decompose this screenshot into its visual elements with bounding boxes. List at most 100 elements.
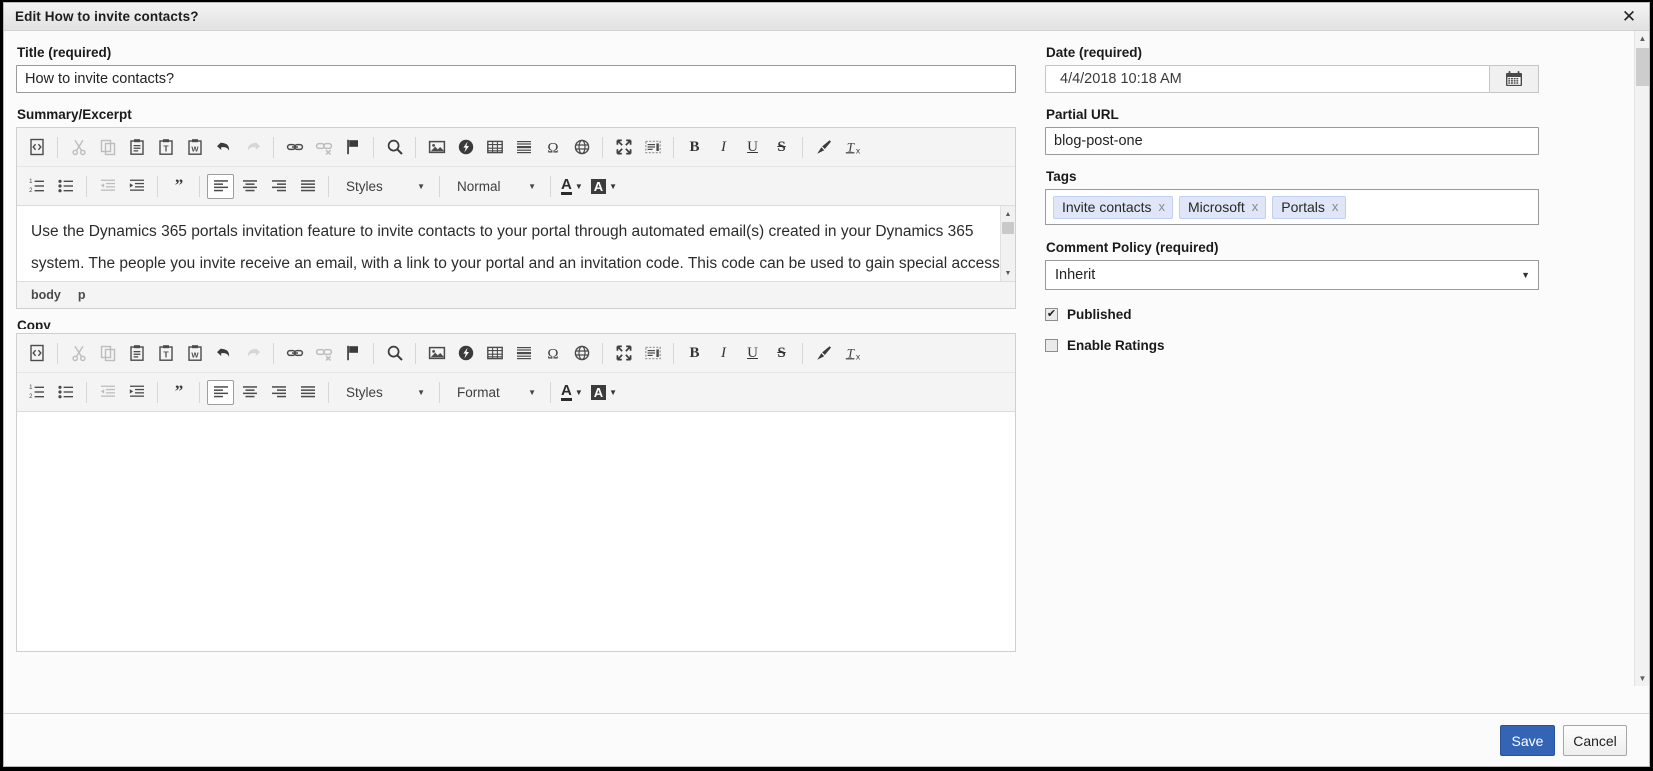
- special-character-icon[interactable]: Ω: [539, 341, 566, 366]
- underline-icon[interactable]: U: [739, 135, 766, 160]
- bulleted-list-icon[interactable]: [52, 174, 79, 199]
- element-path-p[interactable]: p: [78, 288, 86, 302]
- align-left-icon[interactable]: [207, 173, 234, 199]
- paste-as-text-icon[interactable]: T: [152, 341, 179, 366]
- align-center-icon[interactable]: [236, 380, 263, 405]
- increase-indent-icon[interactable]: [123, 380, 150, 405]
- italic-icon[interactable]: I: [710, 341, 737, 366]
- justify-icon[interactable]: [294, 174, 321, 199]
- bold-icon[interactable]: B: [681, 135, 708, 160]
- italic-icon[interactable]: I: [710, 135, 737, 160]
- show-blocks-icon[interactable]: [639, 135, 666, 160]
- date-input[interactable]: [1045, 65, 1490, 93]
- background-color-button[interactable]: A ▼: [588, 380, 620, 405]
- blockquote-icon[interactable]: ”: [165, 380, 192, 405]
- iframe-globe-icon[interactable]: [568, 135, 595, 160]
- numbered-list-icon[interactable]: 12: [23, 380, 50, 405]
- blockquote-icon[interactable]: ”: [165, 174, 192, 199]
- special-character-icon[interactable]: Ω: [539, 135, 566, 160]
- scroll-down-icon[interactable]: ▼: [1635, 671, 1649, 686]
- scrollbar-thumb[interactable]: [1002, 222, 1014, 234]
- horizontal-rule-icon[interactable]: [510, 135, 537, 160]
- align-center-icon[interactable]: [236, 174, 263, 199]
- modal-scrollbar[interactable]: ▲ ▼: [1634, 31, 1649, 686]
- background-color-button[interactable]: A ▼: [588, 174, 620, 199]
- align-right-icon[interactable]: [265, 380, 292, 405]
- horizontal-rule-icon[interactable]: [510, 341, 537, 366]
- scrollbar-thumb[interactable]: [1636, 48, 1649, 86]
- source-icon[interactable]: [23, 135, 50, 160]
- scroll-down-icon[interactable]: ▼: [1001, 266, 1015, 280]
- text-color-button[interactable]: A ▼: [558, 380, 586, 405]
- search-icon[interactable]: [381, 135, 408, 160]
- summary-editor-scrollbar[interactable]: ▲ ▼: [1000, 206, 1015, 281]
- flash-media-icon[interactable]: [452, 341, 479, 366]
- table-icon[interactable]: [481, 135, 508, 160]
- cancel-button[interactable]: Cancel: [1563, 725, 1627, 756]
- bold-icon[interactable]: B: [681, 341, 708, 366]
- calendar-icon[interactable]: [1490, 65, 1539, 93]
- copy-editor-content[interactable]: [17, 412, 1015, 651]
- copy-formatting-brush-icon[interactable]: [810, 135, 837, 160]
- enable-ratings-checkbox-row[interactable]: Enable Ratings: [1045, 338, 1539, 353]
- title-input[interactable]: [16, 65, 1016, 93]
- copy-formatting-brush-icon[interactable]: [810, 341, 837, 366]
- undo-icon[interactable]: [210, 135, 237, 160]
- anchor-flag-icon[interactable]: [339, 341, 366, 366]
- numbered-list-icon[interactable]: 12: [23, 174, 50, 199]
- tag-remove-icon[interactable]: x: [1159, 199, 1166, 214]
- strikethrough-icon[interactable]: S: [768, 341, 795, 366]
- image-icon[interactable]: [423, 135, 450, 160]
- tags-input[interactable]: Invite contacts x Microsoft x Portals x: [1045, 189, 1539, 225]
- paste-icon[interactable]: [123, 341, 150, 366]
- table-icon[interactable]: [481, 341, 508, 366]
- image-icon[interactable]: [423, 341, 450, 366]
- search-icon[interactable]: [381, 341, 408, 366]
- undo-icon[interactable]: [210, 341, 237, 366]
- tag-remove-icon[interactable]: x: [1252, 199, 1259, 214]
- summary-editor-content[interactable]: Use the Dynamics 365 portals invitation …: [17, 206, 1015, 281]
- align-right-icon[interactable]: [265, 174, 292, 199]
- paste-icon[interactable]: [123, 135, 150, 160]
- comment-policy-select[interactable]: Inherit: [1045, 260, 1539, 290]
- underline-icon[interactable]: U: [739, 341, 766, 366]
- show-blocks-icon[interactable]: [639, 341, 666, 366]
- paste-from-word-icon[interactable]: W: [181, 341, 208, 366]
- tag-remove-icon[interactable]: x: [1332, 199, 1339, 214]
- maximize-icon[interactable]: [610, 135, 637, 160]
- format-combo-copy[interactable]: Format ▼: [448, 379, 542, 405]
- paste-as-text-icon[interactable]: T: [152, 135, 179, 160]
- published-checkbox[interactable]: ✔: [1045, 308, 1058, 321]
- enable-ratings-checkbox[interactable]: [1045, 339, 1058, 352]
- scroll-up-icon[interactable]: ▲: [1635, 31, 1649, 46]
- paste-from-word-icon[interactable]: W: [181, 135, 208, 160]
- align-left-icon[interactable]: [207, 379, 234, 405]
- close-icon[interactable]: ✕: [1609, 3, 1649, 30]
- scroll-up-icon[interactable]: ▲: [1001, 207, 1015, 221]
- text-color-button[interactable]: A ▼: [558, 174, 586, 199]
- bulleted-list-icon[interactable]: [52, 380, 79, 405]
- published-checkbox-row[interactable]: ✔ Published: [1045, 307, 1539, 322]
- styles-combo-copy[interactable]: Styles ▼: [337, 379, 431, 405]
- format-combo-summary[interactable]: Normal ▼: [448, 173, 542, 199]
- remove-format-icon[interactable]: Tx: [839, 341, 866, 366]
- tag-chip[interactable]: Portals x: [1272, 195, 1347, 219]
- tag-chip[interactable]: Microsoft x: [1179, 195, 1267, 219]
- source-icon[interactable]: [23, 341, 50, 366]
- save-button[interactable]: Save: [1500, 725, 1555, 756]
- summary-toolbar-row-1: T W Ω BIUS Tx: [17, 128, 1015, 166]
- link-icon[interactable]: [281, 341, 308, 366]
- anchor-flag-icon[interactable]: [339, 135, 366, 160]
- tag-chip[interactable]: Invite contacts x: [1053, 195, 1173, 219]
- link-icon[interactable]: [281, 135, 308, 160]
- iframe-globe-icon[interactable]: [568, 341, 595, 366]
- flash-media-icon[interactable]: [452, 135, 479, 160]
- increase-indent-icon[interactable]: [123, 174, 150, 199]
- styles-combo-summary[interactable]: Styles ▼: [337, 173, 431, 199]
- maximize-icon[interactable]: [610, 341, 637, 366]
- remove-format-icon[interactable]: Tx: [839, 135, 866, 160]
- justify-icon[interactable]: [294, 380, 321, 405]
- partial-url-input[interactable]: [1045, 127, 1539, 155]
- strikethrough-icon[interactable]: S: [768, 135, 795, 160]
- element-path-body[interactable]: body: [31, 288, 61, 302]
